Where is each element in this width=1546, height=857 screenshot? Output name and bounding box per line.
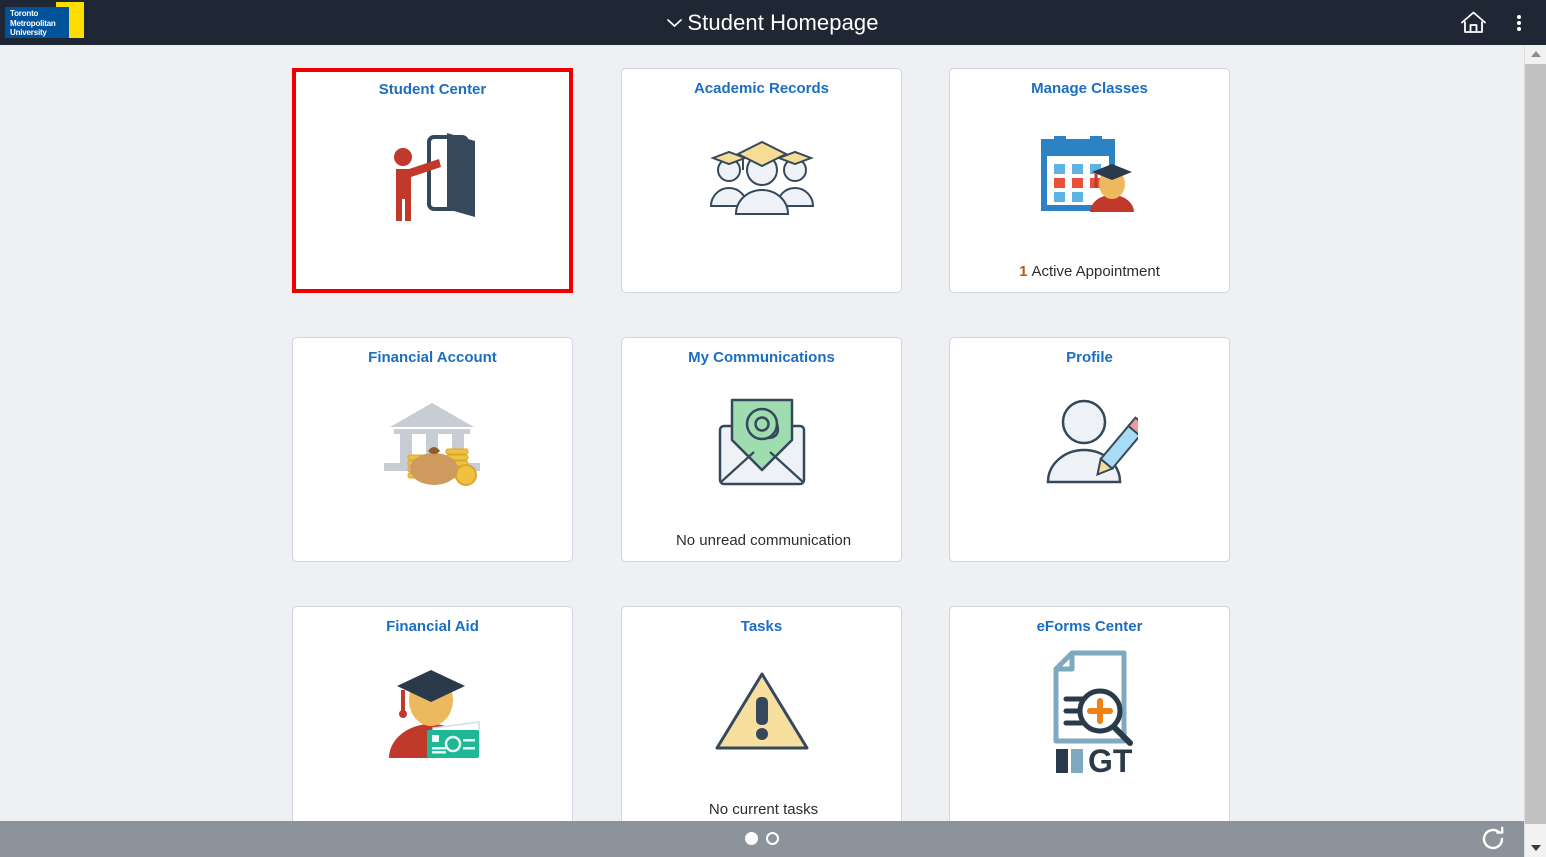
person-opening-door-icon xyxy=(296,120,569,232)
page-title-text: Student Homepage xyxy=(687,9,879,35)
person-pencil-icon xyxy=(950,386,1229,498)
kebab-dot-3 xyxy=(1517,26,1521,31)
tile-footer-text: No current tasks xyxy=(708,801,819,818)
tile-footer-text: Active Appointment xyxy=(1031,263,1160,280)
tile-footer xyxy=(293,532,572,549)
envelope-at-icon xyxy=(622,386,901,498)
page-title[interactable]: Student Homepage xyxy=(0,0,1546,46)
tile-title: Financial Aid xyxy=(386,618,479,635)
tile-footer-text: No unread communication xyxy=(675,532,852,549)
bank-moneybag-icon xyxy=(293,386,572,498)
app-header: Toronto Metropolitan University Student … xyxy=(0,0,1546,45)
tile-title: Financial Account xyxy=(368,349,497,366)
tile-title: My Communications xyxy=(688,349,835,366)
tile-title: eForms Center xyxy=(1036,618,1143,635)
tile-footer xyxy=(293,801,572,818)
tile-footer xyxy=(950,532,1229,549)
kebab-dot-1 xyxy=(1517,14,1521,19)
refresh-icon[interactable] xyxy=(1464,821,1524,857)
tile-title: Academic Records xyxy=(693,80,830,97)
tile-my-communications[interactable]: My Communications No unread communicatio… xyxy=(621,337,902,562)
tile-financial-account[interactable]: Financial Account xyxy=(292,337,573,562)
tile-title: Student Center xyxy=(378,81,487,98)
bottom-bar xyxy=(0,821,1524,857)
tile-footer: No unread communication xyxy=(622,532,901,549)
tile-financial-aid[interactable]: Financial Aid xyxy=(292,606,573,831)
tile-footer: 1 Active Appointment xyxy=(950,263,1229,280)
svg-text:GT: GT xyxy=(1088,743,1133,775)
tile-eforms-center[interactable]: GT eForms Center xyxy=(949,606,1230,831)
tile-academic-records[interactable]: Academic Records xyxy=(621,68,902,293)
kebab-dot-2 xyxy=(1517,20,1521,25)
tile-profile[interactable]: Profile xyxy=(949,337,1230,562)
tile-student-center[interactable]: Student Center xyxy=(292,68,573,293)
page-dot-2[interactable] xyxy=(766,832,779,845)
vertical-scrollbar[interactable] xyxy=(1524,45,1546,857)
tile-grid: Student Center Academic Records Manage C… xyxy=(0,45,1524,857)
home-icon[interactable] xyxy=(1452,0,1494,45)
tile-footer xyxy=(296,260,569,277)
tile-manage-classes[interactable]: Manage Classes 1 Active Appointment xyxy=(949,68,1230,293)
tile-title: Manage Classes xyxy=(1031,80,1148,97)
tile-footer: No current tasks xyxy=(622,801,901,818)
tile-title: Tasks xyxy=(740,618,783,635)
scroll-up-arrow-icon[interactable] xyxy=(1525,45,1546,63)
tile-footer xyxy=(622,263,901,280)
page-dot-1[interactable] xyxy=(745,832,758,845)
tile-count: 1 xyxy=(1019,263,1028,280)
page-indicator xyxy=(0,832,1524,845)
scroll-down-arrow-icon[interactable] xyxy=(1525,839,1546,857)
graduates-group-icon xyxy=(622,117,901,229)
actions-kebab-icon[interactable] xyxy=(1500,0,1538,45)
graduate-cash-icon xyxy=(293,655,572,767)
warning-triangle-icon xyxy=(622,655,901,767)
calendar-graduate-icon xyxy=(950,117,1229,229)
tile-tasks[interactable]: Tasks No current tasks xyxy=(621,606,902,831)
tile-footer xyxy=(950,801,1229,818)
chevron-down-icon xyxy=(667,1,683,46)
tile-title: Profile xyxy=(1066,349,1113,366)
document-search-gt-icon: GT xyxy=(950,649,1229,775)
scrollbar-thumb[interactable] xyxy=(1525,64,1546,824)
